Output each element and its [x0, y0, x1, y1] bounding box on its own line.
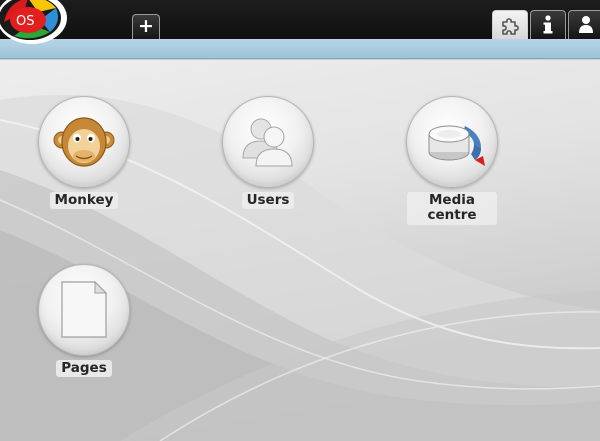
- app-label-media-centre: Media centre: [407, 192, 497, 225]
- user-icon: [579, 16, 593, 33]
- os-logo[interactable]: OS: [0, 0, 72, 46]
- monkey-icon: [53, 117, 115, 167]
- app-monkey[interactable]: Monkey: [38, 96, 130, 209]
- users-icon: [242, 118, 293, 167]
- app-pages[interactable]: Pages: [38, 264, 130, 377]
- app-bubble[interactable]: [38, 96, 130, 188]
- desktop: Monkey Users Media centre Pages: [0, 60, 600, 441]
- tab-info[interactable]: [530, 10, 566, 39]
- app-users[interactable]: Users: [222, 96, 314, 209]
- app-label-monkey: Monkey: [49, 192, 119, 209]
- media-centre-icon: [428, 125, 485, 166]
- tab-user[interactable]: [568, 10, 600, 39]
- info-icon: [543, 15, 553, 34]
- os-logo-icon: OS: [0, 0, 67, 44]
- puzzle-icon: [502, 18, 519, 35]
- app-bubble[interactable]: [406, 96, 498, 188]
- add-tab-button[interactable]: +: [132, 14, 160, 39]
- tab-apps[interactable]: [492, 10, 528, 39]
- app-bubble[interactable]: [222, 96, 314, 188]
- app-bubble[interactable]: [38, 264, 130, 356]
- app-label-pages: Pages: [56, 360, 112, 377]
- tab-strip-bar: [0, 39, 600, 59]
- logo-text: OS: [16, 14, 34, 29]
- app-media-centre[interactable]: Media centre: [406, 96, 498, 225]
- page-icon: [61, 280, 108, 338]
- app-label-users: Users: [241, 192, 295, 209]
